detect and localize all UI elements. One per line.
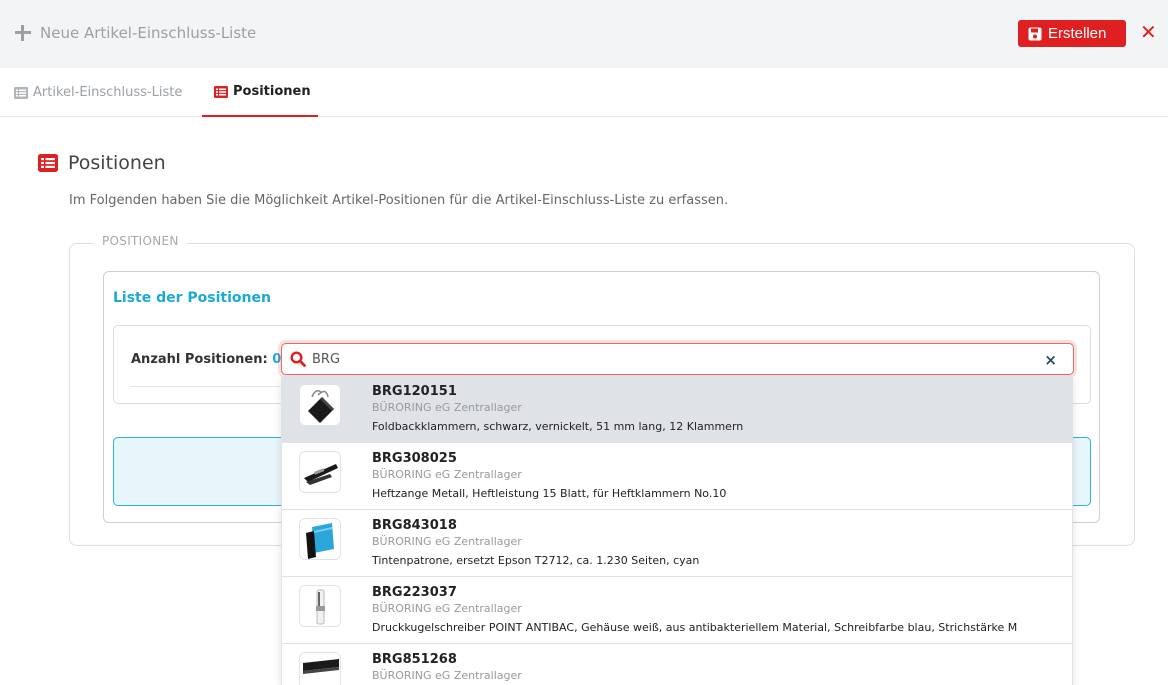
clear-search-icon[interactable]: × — [1044, 351, 1057, 369]
result-vendor: BÜRORING eG Zentrallager — [372, 535, 522, 548]
positions-count: Anzahl Positionen: 0 — [131, 352, 281, 367]
tab-label: Positionen — [233, 84, 311, 99]
plus-icon — [14, 24, 32, 42]
result-vendor: BÜRORING eG Zentrallager — [372, 401, 522, 414]
binder-clip-icon — [299, 384, 341, 426]
pen-icon — [299, 585, 341, 627]
result-item[interactable]: BRG308025 BÜRORING eG Zentrallager Heftz… — [282, 443, 1072, 510]
ink-cartridge-icon — [299, 518, 341, 560]
result-vendor: BÜRORING eG Zentrallager — [372, 602, 522, 615]
divider — [130, 386, 280, 387]
tab-label: Artikel-Einschluss-Liste — [33, 85, 183, 100]
page-title: Neue Artikel-Einschluss-Liste — [40, 24, 257, 42]
result-item[interactable]: BRG851268 BÜRORING eG Zentrallager — [282, 644, 1072, 685]
card-title: Liste der Positionen — [113, 290, 271, 306]
count-value: 0 — [272, 352, 282, 367]
result-description: Foldbackklammern, schwarz, vernickelt, 5… — [372, 420, 744, 433]
stapler-icon — [299, 451, 341, 493]
result-description: Tintenpatrone, ersetzt Epson T2712, ca. … — [372, 554, 700, 567]
result-code: BRG851268 — [372, 652, 457, 667]
top-bar: Neue Artikel-Einschluss-Liste Erstellen … — [0, 0, 1168, 68]
create-button[interactable]: Erstellen — [1018, 20, 1126, 47]
section-description: Im Folgenden haben Sie die Möglichkeit A… — [69, 193, 729, 208]
tab-bar: Artikel-Einschluss-Liste Positionen — [0, 68, 1168, 117]
close-icon[interactable]: ✕ — [1140, 22, 1157, 42]
toner-icon — [299, 652, 341, 685]
search-icon — [290, 351, 306, 367]
result-item[interactable]: BRG120151 BÜRORING eG Zentrallager Foldb… — [282, 376, 1072, 443]
list-icon — [38, 154, 58, 172]
save-icon — [1028, 27, 1042, 40]
search-input[interactable] — [312, 351, 1012, 367]
fieldset-legend: POSITIONEN — [94, 234, 187, 248]
search-results-dropdown: BRG120151 BÜRORING eG Zentrallager Foldb… — [281, 376, 1073, 685]
tab-positionen[interactable]: Positionen — [202, 68, 318, 117]
article-search[interactable]: × — [281, 343, 1074, 375]
result-description: Heftzange Metall, Heftleistung 15 Blatt,… — [372, 487, 727, 500]
list-icon — [214, 85, 228, 98]
section-title: Positionen — [68, 152, 166, 174]
result-item[interactable]: BRG223037 BÜRORING eG Zentrallager Druck… — [282, 577, 1072, 644]
result-vendor: BÜRORING eG Zentrallager — [372, 468, 522, 481]
result-code: BRG843018 — [372, 518, 457, 533]
list-icon — [14, 86, 28, 99]
count-label: Anzahl Positionen: — [131, 352, 268, 367]
result-vendor: BÜRORING eG Zentrallager — [372, 669, 522, 682]
create-button-label: Erstellen — [1048, 25, 1107, 42]
result-description: Druckkugelschreiber POINT ANTIBAC, Gehäu… — [372, 621, 1018, 634]
result-code: BRG223037 — [372, 585, 457, 600]
result-item[interactable]: BRG843018 BÜRORING eG Zentrallager Tinte… — [282, 510, 1072, 577]
section-heading: Positionen — [38, 152, 166, 174]
tab-artikel-einschluss-liste[interactable]: Artikel-Einschluss-Liste — [14, 68, 182, 117]
result-code: BRG308025 — [372, 451, 457, 466]
result-code: BRG120151 — [372, 384, 457, 399]
